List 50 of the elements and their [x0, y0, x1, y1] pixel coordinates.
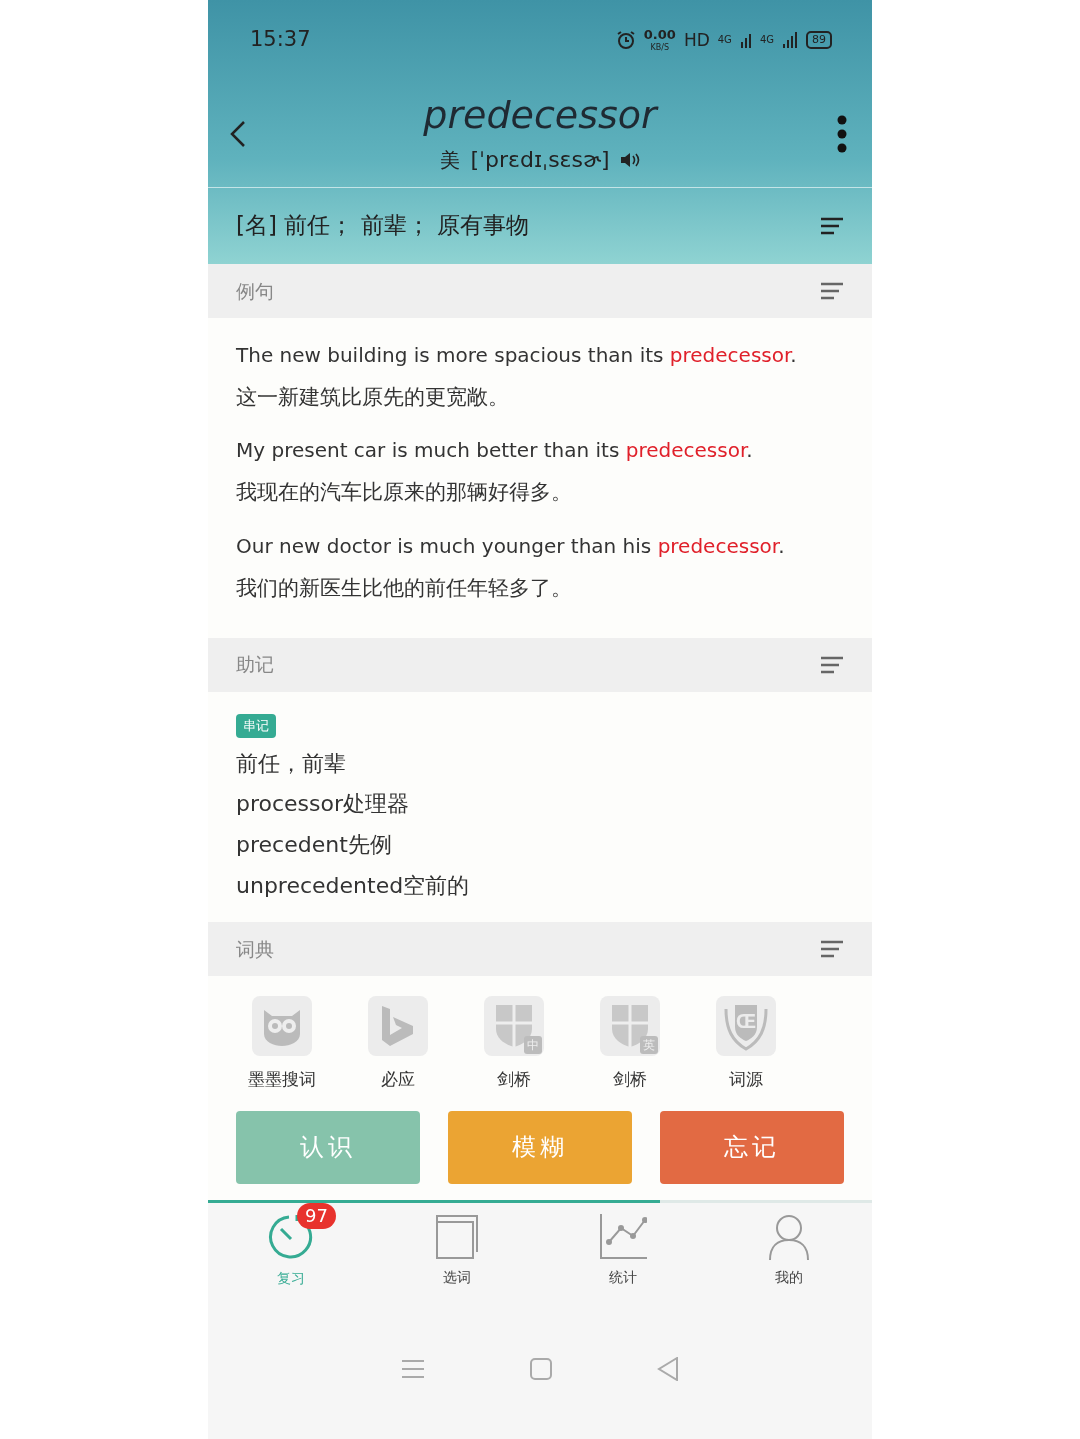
dictionary-label: 词源: [729, 1070, 763, 1091]
menu-icon[interactable]: [820, 940, 844, 959]
section-title: 词典: [236, 937, 274, 961]
count-badge: 97: [297, 1203, 336, 1230]
nav-tab[interactable]: 选词: [374, 1202, 540, 1299]
network-type: 4G: [717, 34, 732, 46]
nav-tab[interactable]: 我的: [706, 1202, 872, 1299]
user-icon: [768, 1214, 810, 1261]
book-icon: [435, 1214, 479, 1261]
mnemonic-line: precedent先例: [236, 831, 392, 860]
battery-level: 89: [806, 31, 832, 49]
section-title: 助记: [236, 653, 274, 677]
accent-label: 美: [440, 148, 461, 173]
alarm-icon: [615, 30, 636, 50]
status-time: 15:37: [250, 27, 311, 53]
example-translation: 我们的新医生比他的前任年轻多了。: [236, 574, 573, 602]
example-translation: 这一新建筑比原先的更宽敞。: [236, 384, 510, 411]
example-sentence: My present car is much better than its predecessor.: [236, 437, 754, 464]
dictionary-label: 剑桥: [497, 1070, 531, 1091]
example-translation: 我现在的汽车比原来的那辆好得多。: [236, 479, 573, 507]
back-icon[interactable]: [230, 119, 246, 148]
dictionary-shortcut[interactable]: 必应: [340, 996, 456, 1091]
definition: [名] 前任； 前辈； 原有事物: [236, 212, 529, 240]
nav-tab[interactable]: 97 复习: [208, 1202, 374, 1299]
phonetic: [ˈprɛdɪˌsɛsɚ]: [470, 147, 610, 174]
network-speed: 0.00: [643, 27, 676, 43]
dictionary-label: 墨墨搜词: [248, 1070, 316, 1091]
speed-unit: KB/S: [650, 43, 670, 53]
mnemonic-tag: 串记: [236, 713, 276, 738]
signal-icon: [782, 32, 798, 48]
dictionary-shortcut[interactable]: 墨墨搜词: [224, 996, 340, 1091]
b-logo-icon: [380, 1004, 416, 1049]
menu-icon[interactable]: [820, 217, 844, 235]
headword: predecessor: [423, 93, 657, 138]
example-sentence: The new building is more spacious than its predecessor.: [236, 342, 798, 368]
network-type: 4G: [759, 34, 774, 46]
nav-tab[interactable]: 统计: [540, 1202, 706, 1299]
mnemonic-line: processor处理器: [236, 790, 410, 819]
menu-icon[interactable]: [820, 282, 844, 300]
menu-icon[interactable]: [820, 655, 844, 674]
signal-icon: [739, 32, 752, 48]
line-chart-icon: [599, 1214, 647, 1261]
dictionary-label: 必应: [381, 1070, 415, 1091]
mnemonic-line: unprecedented空前的: [236, 871, 470, 900]
dictionary-label: 剑桥: [613, 1070, 647, 1091]
hd-indicator: HD: [683, 29, 710, 51]
speaker-icon[interactable]: [619, 152, 640, 169]
mnemonic-line: 前任，前辈: [236, 749, 346, 778]
example-sentence: Our new doctor is much younger than his predecessor.: [236, 532, 786, 559]
section-title: 例句: [236, 279, 274, 303]
